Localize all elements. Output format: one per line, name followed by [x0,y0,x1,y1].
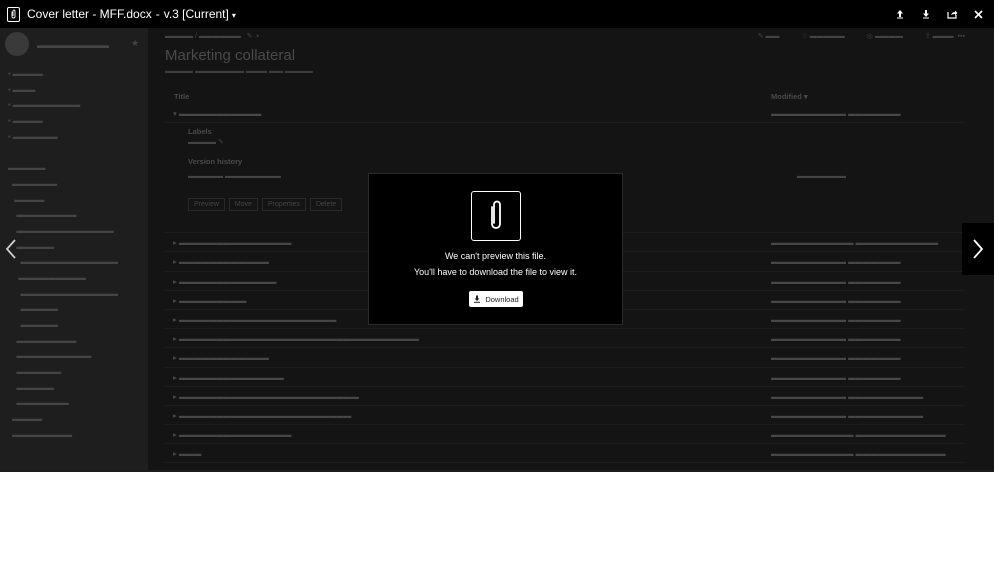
sidebar-item: ▬▬▬▬▬▬ [8,367,62,377]
close-button[interactable] [965,0,991,28]
sidebar-item: ▪ ▬▬▬▬ [8,116,43,126]
version-history-date: ▬▬▬▬▬▬▬ [797,173,846,181]
sidebar-item: ▬▬▬▬▬▬▬▬ [8,335,77,345]
sidebar-item: ▪ ▬▬▬ [8,84,36,94]
labels-heading: Labels [188,127,212,137]
sidebar-item: ▪ ▬▬▬▬▬▬▬▬▬ [8,100,81,110]
chevron-right-icon [973,239,984,259]
space-logo [5,32,29,56]
chevron-left-icon [5,239,16,259]
sidebar-item: ▬▬▬▬▬▬▬▬▬▬▬▬▬ [8,225,114,235]
sidebar-item: ▬▬▬▬▬▬ [8,178,58,188]
download-instruction: You'll have to download the file to view… [414,267,577,277]
sidebar-item: ▪ ▬▬▬▬ [8,69,43,78]
space-name: ▬▬▬▬▬▬▬▬ [37,40,109,50]
viewer-bottom-border [0,470,994,472]
file-name: Cover letter - MFF.docx [27,7,152,21]
title-separator: - [155,7,160,21]
page-title: Marketing collateral [165,47,296,64]
download-icon [473,295,481,303]
download-icon [923,10,929,19]
viewer-topbar: Cover letter - MFF.docx - v.3 [Current] ▾ [0,0,994,28]
background-sidebar: ▬▬▬▬▬▬▬▬ ★ ▪ ▬▬▬▬ ▪ ▬▬▬ ▪ ▬▬▬▬▬▬▬▬▬ ▪ ▬▬… [0,28,148,470]
preview-button: Preview [188,198,225,212]
labels-value: ▬▬▬▬ ✎ [188,139,224,147]
move-button: Move [228,198,259,212]
table-row: ▸ ▬▬▬ ▬▬▬▬▬▬▬▬▬▬▬ ▬▬▬▬▬▬▬▬▬▬▬▬ [165,444,965,464]
sidebar-item: ▬▬▬▬▬▬▬▬▬▬▬▬▬ [8,288,119,298]
file-preview-viewer: ▬▬▬▬▬▬▬▬ ★ ▪ ▬▬▬▬ ▪ ▬▬▬ ▪ ▬▬▬▬▬▬▬▬▬ ▪ ▬▬… [0,0,994,470]
paperclip-icon [7,6,20,22]
table-row: ▸ ▬▬▬▬▬▬▬▬▬▬▬▬▬▬▬ ▬▬▬▬▬▬▬▬▬▬▬ ▬▬▬▬▬▬▬▬▬▬▬… [165,425,965,445]
table-row: ▸ ▬▬▬▬▬▬▬▬▬▬▬▬▬▬▬▬▬▬▬▬▬▬▬ ▬▬▬▬▬▬▬▬▬▬ ▬▬▬▬… [165,406,965,426]
cannot-preview-message: We can't preview this file. [444,251,547,261]
share-icon [946,10,957,19]
sidebar-item: ▬▬▬▬▬▬▬▬▬▬▬▬▬ [8,257,119,267]
version-selector[interactable]: v.3 [Current] ▾ [164,7,236,21]
download-button[interactable] [913,0,939,28]
table-row: ▸ ▬▬▬▬▬▬▬▬▬▬▬▬ ▬▬▬▬▬▬▬▬▬▬ ▬▬▬▬▬▬▬ [165,348,965,368]
share-button[interactable] [939,0,965,28]
table-row: ▸ ▬▬▬▬▬▬▬▬▬▬▬▬▬▬▬▬▬▬▬▬▬▬▬▬▬▬▬▬▬▬▬▬ ▬▬▬▬▬▬… [165,329,965,349]
download-button-label: Download [485,294,519,304]
table-row: ▾ ▬▬▬▬▬▬▬▬▬▬▬ ▬▬▬▬▬▬▬▬▬▬ ▬▬▬▬▬▬▬ [165,104,965,124]
table-row: ▸ ▬▬▬▬▬▬▬▬▬▬▬▬▬▬ ▬▬▬▬▬▬▬▬▬▬ ▬▬▬▬▬▬▬ [165,368,965,387]
star-icon: ★ [131,38,140,48]
table-row: ▸ ▬▬▬▬▬▬▬▬▬▬▬▬▬▬▬▬▬▬▬▬▬▬▬▬ ▬▬▬▬▬▬▬▬▬▬ ▬▬▬… [165,387,965,406]
close-icon [973,9,983,19]
sidebar-list: ▪ ▬▬▬▬ ▪ ▬▬▬ ▪ ▬▬▬▬▬▬▬▬▬ ▪ ▬▬▬▬ ▪ ▬▬▬▬▬▬… [8,66,146,443]
sidebar-item [8,144,146,160]
cannot-preview-dialog: We can't preview this file. You'll have … [368,173,623,325]
column-header-title: Title [174,92,190,101]
chevron-down-icon: ▾ [231,11,236,20]
paperclip-icon [471,191,521,241]
sidebar-item: ▬▬▬▬▬▬▬▬ [8,210,77,220]
sidebar-item: ▬▬▬▬▬▬▬▬▬▬ [8,351,92,361]
version-history-heading: Version history [188,157,243,167]
breadcrumb: ▬▬▬▬ / ▬▬▬▬▬▬ ✎ ▪ [165,33,259,40]
version-history-row: ▬▬▬▬▬ ▬▬▬▬▬▬▬▬ [188,173,281,181]
row-detail-buttons: Preview Move Properties Delete [188,198,346,212]
sidebar-item: ▬▬▬▬▬▬▬ [8,398,69,408]
sidebar-item: ▬▬▬▬▬ [8,382,54,392]
download-button[interactable]: Download [469,291,523,307]
sidebar-item: ▬▬▬▬ [8,194,45,204]
delete-button: Delete [309,198,343,212]
properties-button: Properties [262,198,306,212]
upload-icon [897,10,903,19]
page-meta: ▬▬▬▬ ▬▬▬▬▬▬▬ ▬▬▬ ▬▬ ▬▬▬▬ [165,68,313,75]
sidebar-item: ▬▬▬▬▬ [8,241,54,251]
viewer-actions [887,0,991,28]
sidebar-item: ▬▬▬▬▬ [8,163,46,173]
page-actions: ✎ ▬▬ ☆ ▬▬▬▬▬ ◎ ▬▬▬▬ ⇪ ▬▬▬ ▪▪▪ [757,33,965,40]
sidebar-item: ▬▬▬▬▬▬▬▬ [8,429,73,439]
column-header-modified: Modified ▾ [771,92,808,101]
version-label: v.3 [Current] [163,7,229,21]
sidebar-item: ▬▬▬▬▬ [8,320,59,329]
sidebar-item: ▬▬▬▬▬▬▬▬▬ [8,272,86,282]
sidebar-item: ▬▬▬▬▬ [8,304,59,314]
sidebar-item: ▬▬▬▬ [8,414,43,424]
previous-file-button[interactable] [0,223,22,275]
sidebar-item: ▪ ▬▬▬▬▬▬ [8,131,58,141]
next-file-button[interactable] [962,223,994,275]
upload-button[interactable] [887,0,913,28]
